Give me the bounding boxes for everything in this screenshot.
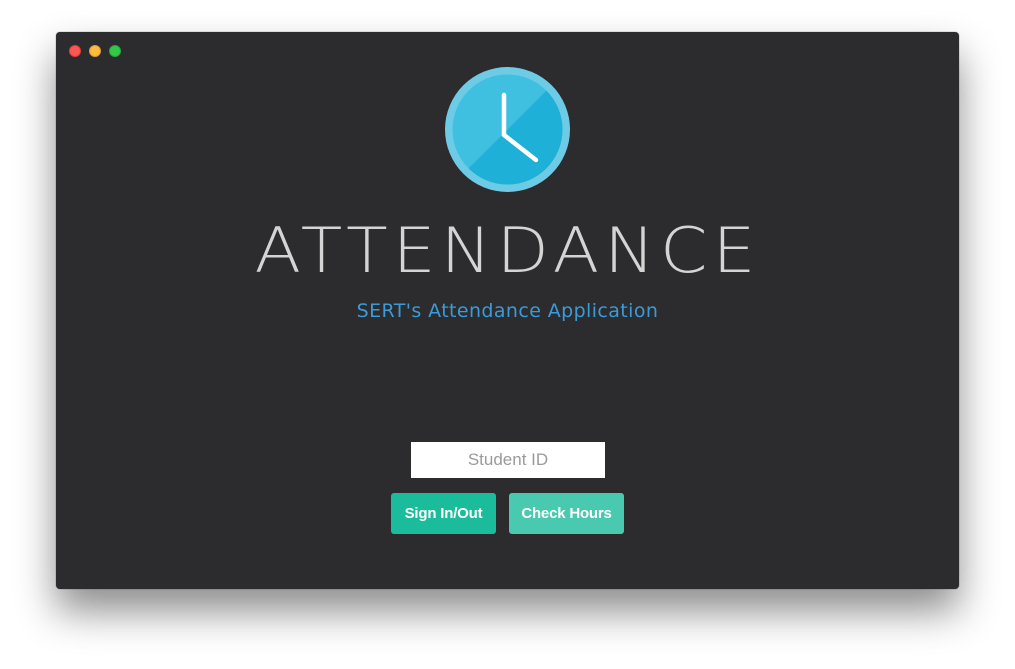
zoom-window-button[interactable] [109, 45, 121, 57]
app-title: ATTENDANCE [254, 215, 761, 288]
clock-icon [445, 67, 570, 192]
minimize-window-button[interactable] [89, 45, 101, 57]
student-id-input[interactable] [411, 442, 605, 478]
app-subtitle: SERT's Attendance Application [356, 300, 659, 322]
sign-in-out-button[interactable]: Sign In/Out [391, 493, 496, 534]
check-hours-button[interactable]: Check Hours [509, 493, 624, 534]
close-window-button[interactable] [69, 45, 81, 57]
app-window: ATTENDANCE SERT's Attendance Application… [56, 32, 959, 589]
